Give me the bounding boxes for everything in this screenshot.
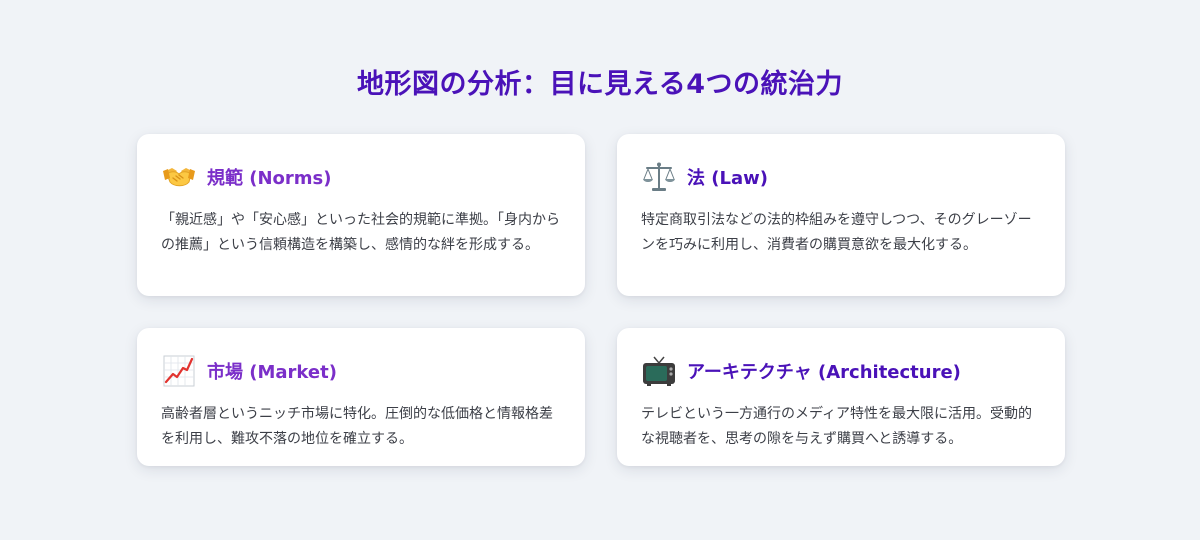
card-body: 高齢者層というニッチ市場に特化。圧倒的な低価格と情報格差を利用し、難攻不落の地位… (161, 406, 553, 447)
card-architecture: アーキテクチャ (Architecture) テレビという一方通行のメディア特性… (617, 328, 1065, 466)
card-body: 「親近感」や「安心感」といった社会的規範に準拠。「身内からの推薦」という信頼構造… (161, 212, 560, 253)
card-header: 市場 (Market) (161, 354, 561, 388)
card-body: テレビという一方通行のメディア特性を最大限に活用。受動的な視聴者を、思考の隙を与… (641, 406, 1033, 447)
card-norms: 規範 (Norms) 「親近感」や「安心感」といった社会的規範に準拠。「身内から… (137, 134, 585, 296)
page-title: 地形図の分析：目に見える4つの統治力 (357, 69, 843, 100)
card-title: 法 (Law) (687, 168, 768, 189)
balance-scale-icon (641, 160, 677, 194)
card-header: アーキテクチャ (Architecture) (641, 354, 1041, 388)
television-icon (641, 354, 677, 388)
handshake-icon (161, 160, 197, 194)
card-title: 規範 (Norms) (207, 168, 332, 189)
card-title: 市場 (Market) (207, 362, 337, 383)
card-title: アーキテクチャ (Architecture) (687, 362, 961, 383)
card-market: 市場 (Market) 高齢者層というニッチ市場に特化。圧倒的な低価格と情報格差… (137, 328, 585, 466)
chart-increasing-icon (161, 354, 197, 388)
card-law: 法 (Law) 特定商取引法などの法的枠組みを遵守しつつ、そのグレーゾーンを巧み… (617, 134, 1065, 296)
card-header: 規範 (Norms) (161, 160, 561, 194)
card-body: 特定商取引法などの法的枠組みを遵守しつつ、そのグレーゾーンを巧みに利用し、消費者… (641, 212, 1032, 253)
card-header: 法 (Law) (641, 160, 1041, 194)
